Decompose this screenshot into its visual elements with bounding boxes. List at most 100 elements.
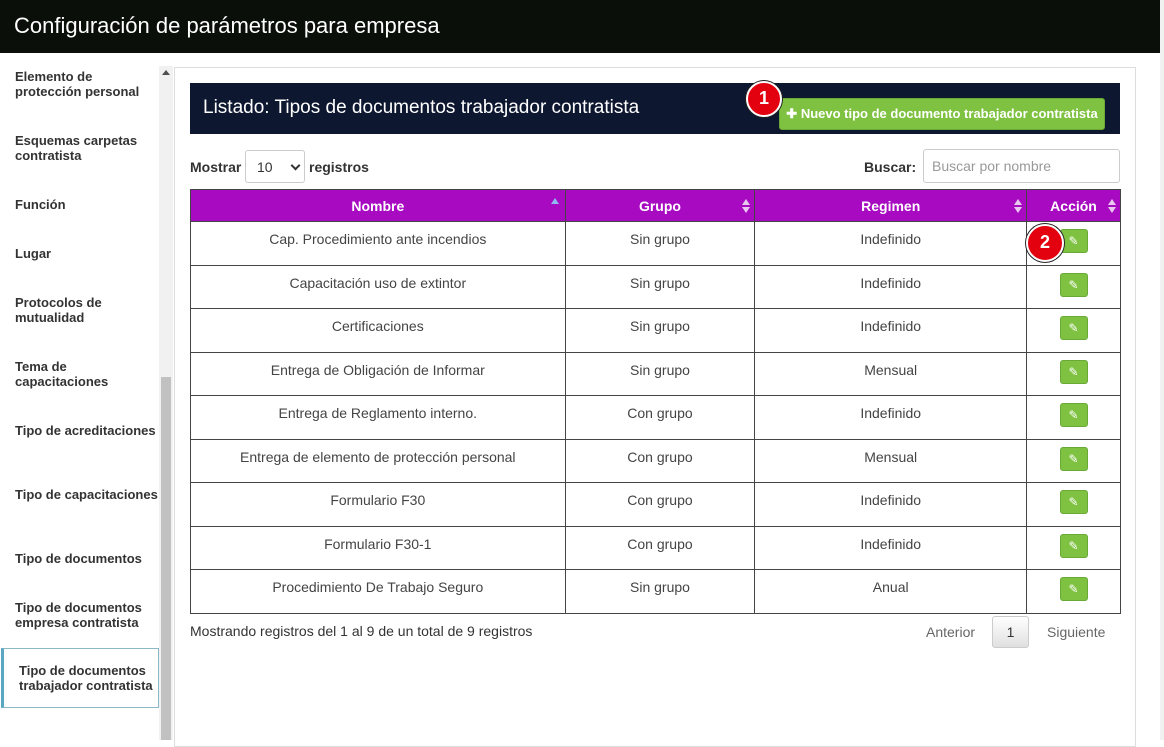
table-row: Capacitación uso de extintor Sin grupo I… <box>190 264 1121 309</box>
sidebar-item-esquemas-carpetas[interactable]: Esquemas carpetas contratista <box>0 133 159 163</box>
cell-nombre: Procedimiento De Trabajo Seguro <box>190 569 566 614</box>
cell-grupo: Con grupo <box>564 438 756 483</box>
cell-accion: ✎ <box>1026 569 1121 614</box>
cell-nombre: Entrega de elemento de protección person… <box>190 438 566 483</box>
column-header-accion[interactable]: Acción <box>1026 189 1121 222</box>
page-size-select[interactable]: 10 <box>245 150 305 183</box>
sidebar: Elemento de protección personal Esquemas… <box>0 53 159 740</box>
sidebar-item-funcion[interactable]: Función <box>0 197 159 212</box>
table-row: Entrega de Obligación de Informar Sin gr… <box>190 351 1121 396</box>
cell-nombre: Certificaciones <box>190 308 566 353</box>
cell-regimen: Indefinido <box>754 264 1028 309</box>
table-row: Formulario F30 Con grupo Indefinido ✎ <box>190 482 1121 527</box>
cell-grupo: Con grupo <box>564 482 756 527</box>
cell-grupo: Sin grupo <box>564 351 756 396</box>
step-marker-1: 1 <box>746 81 782 117</box>
search-label: Buscar: <box>864 159 917 175</box>
sidebar-item-protocolos[interactable]: Protocolos de mutualidad <box>0 295 159 325</box>
cell-regimen: Indefinido <box>754 525 1028 570</box>
edit-button[interactable]: ✎ <box>1059 446 1088 471</box>
new-document-type-button[interactable]: ✚ Nuevo tipo de documento trabajador con… <box>779 98 1105 130</box>
page-size-value: 10 <box>257 159 273 175</box>
edit-button[interactable]: ✎ <box>1059 272 1088 297</box>
cell-grupo: Sin grupo <box>564 264 756 309</box>
cell-accion: ✎ <box>1026 264 1121 309</box>
sidebar-item-tipo-documentos[interactable]: Tipo de documentos <box>0 551 159 566</box>
edit-button[interactable]: ✎ <box>1059 316 1088 340</box>
table-row: Entrega de Reglamento interno. Con grupo… <box>190 395 1121 440</box>
table-row: Cap. Procedimiento ante incendios Sin gr… <box>190 221 1121 266</box>
step-marker-2: 2 <box>1026 224 1064 262</box>
cell-nombre: Cap. Procedimiento ante incendios <box>190 221 566 266</box>
sort-icon <box>742 199 751 213</box>
sidebar-item-tipo-acreditaciones[interactable]: Tipo de acreditaciones <box>0 423 159 438</box>
search-input[interactable] <box>923 149 1120 183</box>
cell-accion: ✎ <box>1026 351 1121 396</box>
cell-regimen: Indefinido <box>754 221 1028 266</box>
column-header-grupo[interactable]: Grupo <box>564 189 756 222</box>
pencil-icon: ✎ <box>1068 277 1079 292</box>
scroll-up-arrow-icon[interactable] <box>162 70 170 75</box>
pencil-icon: ✎ <box>1068 451 1079 466</box>
pagination-next[interactable]: Siguiente <box>1047 624 1105 640</box>
pencil-icon: ✎ <box>1068 321 1079 335</box>
window-title: Configuración de parámetros para empresa <box>0 0 1160 53</box>
cell-accion: ✎ <box>1026 438 1121 483</box>
cell-accion: ✎ <box>1026 482 1121 527</box>
panel-title: Listado: Tipos de documentos trabajador … <box>203 97 640 118</box>
records-label: registros <box>309 159 369 175</box>
pencil-icon: ✎ <box>1068 582 1079 596</box>
cell-regimen: Indefinido <box>754 308 1028 353</box>
records-info: Mostrando registros del 1 al 9 de un tot… <box>190 623 533 639</box>
cell-nombre: Entrega de Reglamento interno. <box>190 395 566 440</box>
sidebar-item-tipo-documentos-trabajador[interactable]: Tipo de documentos trabajador contratist… <box>1 648 159 708</box>
table-header-row: Nombre Grupo Regimen Acción <box>190 189 1121 222</box>
sort-ascending-icon <box>550 198 559 204</box>
pencil-icon: ✎ <box>1068 364 1079 379</box>
cell-regimen: Indefinido <box>754 482 1028 527</box>
cell-grupo: Sin grupo <box>564 308 756 353</box>
cell-nombre: Formulario F30-1 <box>190 525 566 570</box>
pagination-page-1[interactable]: 1 <box>992 616 1029 648</box>
table-row: Entrega de elemento de protección person… <box>190 438 1121 483</box>
sidebar-item-elemento-proteccion[interactable]: Elemento de protección personal <box>0 69 159 99</box>
sort-icon <box>1014 199 1023 213</box>
right-edge <box>1160 0 1164 740</box>
cell-nombre: Formulario F30 <box>190 482 566 527</box>
sidebar-scroll-thumb[interactable] <box>161 377 171 740</box>
cell-accion: ✎ <box>1026 308 1121 353</box>
cell-nombre: Capacitación uso de extintor <box>190 264 566 309</box>
sidebar-item-tipo-capacitaciones[interactable]: Tipo de capacitaciones <box>0 487 159 502</box>
cell-grupo: Sin grupo <box>564 221 756 266</box>
cell-regimen: Mensual <box>754 438 1028 483</box>
edit-button[interactable]: ✎ <box>1059 403 1088 427</box>
column-header-nombre[interactable]: Nombre <box>190 189 566 222</box>
table-row: Formulario F30-1 Con grupo Indefinido ✎ <box>190 525 1121 570</box>
table-row: Certificaciones Sin grupo Indefinido ✎ <box>190 308 1121 353</box>
cell-regimen: Indefinido <box>754 395 1028 440</box>
cell-regimen: Anual <box>754 569 1028 614</box>
pagination-previous[interactable]: Anterior <box>926 624 975 640</box>
edit-button[interactable]: ✎ <box>1059 359 1088 384</box>
cell-grupo: Con grupo <box>564 395 756 440</box>
pencil-icon: ✎ <box>1068 408 1079 422</box>
cell-grupo: Sin grupo <box>564 569 756 614</box>
show-label: Mostrar <box>190 159 242 175</box>
cell-regimen: Mensual <box>754 351 1028 396</box>
column-header-regimen[interactable]: Regimen <box>754 189 1028 222</box>
edit-button[interactable]: ✎ <box>1059 577 1088 601</box>
chevron-down-icon <box>290 160 301 171</box>
edit-button[interactable]: ✎ <box>1059 533 1088 558</box>
pencil-icon: ✎ <box>1068 538 1079 553</box>
new-button-label: Nuevo tipo de documento trabajador contr… <box>800 106 1098 121</box>
sidebar-item-tema-capacitaciones[interactable]: Tema de capacitaciones <box>0 359 159 389</box>
pencil-icon: ✎ <box>1068 234 1079 248</box>
cell-nombre: Entrega de Obligación de Informar <box>190 351 566 396</box>
pencil-icon: ✎ <box>1068 495 1079 509</box>
sidebar-item-lugar[interactable]: Lugar <box>0 246 159 261</box>
plus-icon: ✚ <box>786 106 798 121</box>
cell-grupo: Con grupo <box>564 525 756 570</box>
sidebar-item-tipo-documentos-empresa[interactable]: Tipo de documentos empresa contratista <box>0 600 159 630</box>
edit-button[interactable]: ✎ <box>1059 490 1088 514</box>
table-row: Procedimiento De Trabajo Seguro Sin grup… <box>190 569 1121 614</box>
